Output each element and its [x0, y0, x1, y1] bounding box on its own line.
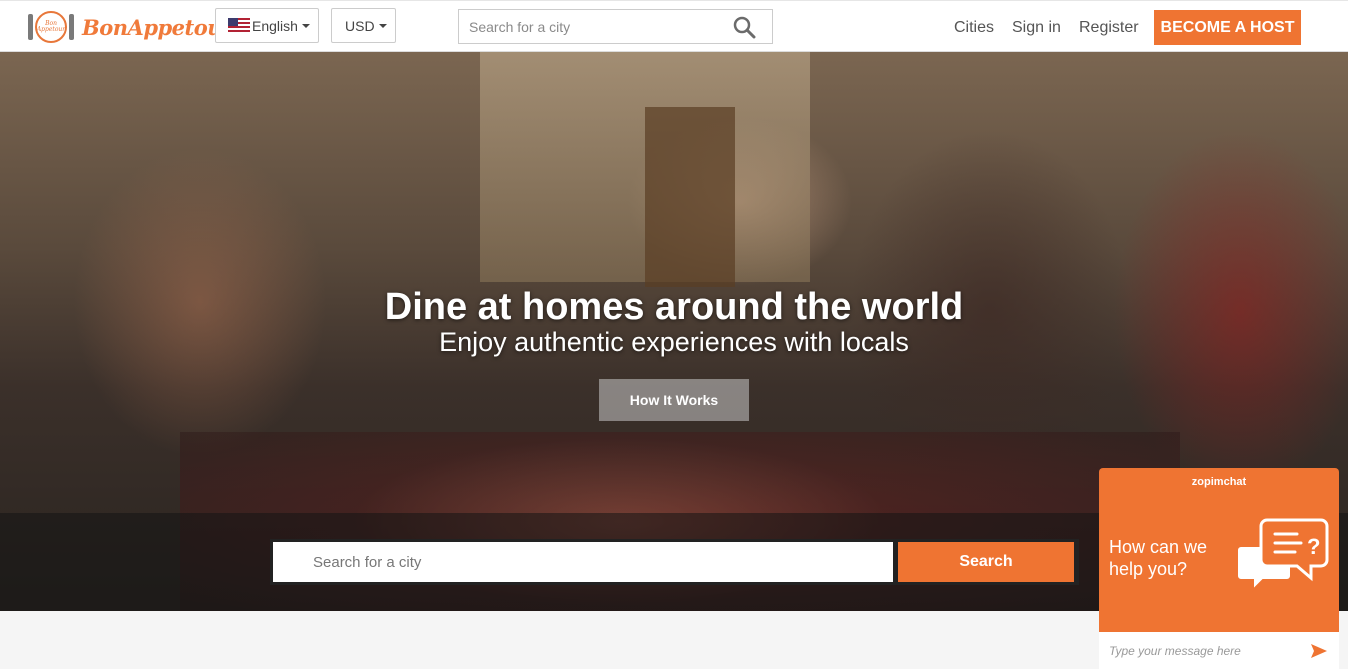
- logo-plate-text: Bon Appetour: [36, 20, 66, 33]
- currency-label: USD: [345, 17, 375, 34]
- svg-text:?: ?: [1307, 534, 1320, 559]
- how-it-works-button[interactable]: How It Works: [599, 379, 749, 421]
- language-label: English: [252, 17, 298, 34]
- send-icon[interactable]: [1309, 641, 1329, 661]
- hero-search-input[interactable]: [273, 542, 893, 582]
- search-icon[interactable]: [732, 15, 756, 39]
- chat-bubble-icon[interactable]: ?: [1237, 516, 1329, 594]
- become-host-button[interactable]: BECOME A HOST: [1154, 10, 1301, 45]
- currency-dropdown[interactable]: USD: [331, 8, 396, 43]
- header-search-input[interactable]: [459, 10, 729, 43]
- chat-widget: zopimchat How can we help you? ?: [1099, 468, 1339, 669]
- us-flag-icon: [228, 18, 250, 33]
- site-logo[interactable]: Bon Appetour BonAppetour: [26, 9, 233, 45]
- nav-signin-link[interactable]: Sign in: [1012, 19, 1061, 37]
- chat-prompt: How can we help you?: [1109, 537, 1208, 579]
- hero-background-door: [645, 107, 735, 287]
- hero-search-bar: Search: [270, 539, 1079, 585]
- logo-wordmark: BonAppetour: [82, 14, 233, 40]
- chat-input-row: [1099, 632, 1339, 669]
- caret-down-icon: [301, 23, 310, 28]
- caret-down-icon: [378, 23, 387, 28]
- header-search: [458, 9, 773, 44]
- site-header: Bon Appetour BonAppetour English USD Cit…: [0, 0, 1348, 52]
- plate-icon: Bon Appetour: [35, 11, 67, 43]
- chat-message-input[interactable]: [1099, 635, 1299, 666]
- knife-icon: [69, 14, 74, 40]
- nav-register-link[interactable]: Register: [1079, 19, 1139, 37]
- hero-title: Dine at homes around the world: [384, 286, 964, 328]
- hero-search-button[interactable]: Search: [898, 542, 1074, 582]
- chat-brand: zopimchat: [1191, 476, 1247, 488]
- nav-cities-link[interactable]: Cities: [954, 19, 994, 37]
- language-dropdown[interactable]: English: [215, 8, 319, 43]
- hero-subtitle: Enjoy authentic experiences with locals: [439, 327, 909, 357]
- fork-icon: [28, 14, 33, 40]
